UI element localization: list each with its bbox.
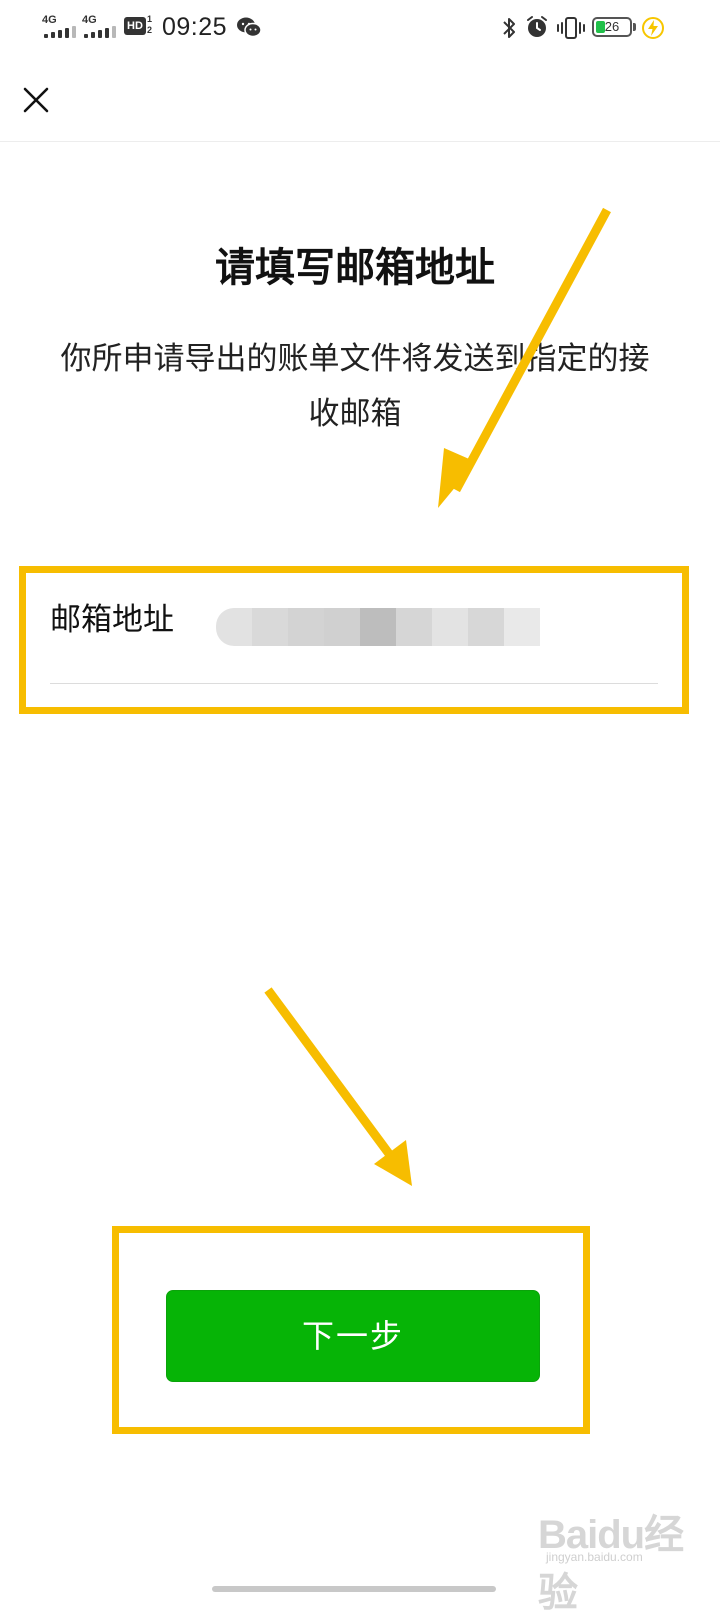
- close-icon: [23, 87, 49, 113]
- arrow-head-icon: [374, 448, 476, 1186]
- baidu-jingyan-watermark: Baidu经验 jingyan.baidu.com: [538, 1490, 708, 1615]
- alarm-icon: [527, 16, 547, 37]
- header-divider: [0, 141, 720, 142]
- signal-strength-1: 4G: [42, 14, 78, 38]
- battery-icon: 26: [592, 17, 632, 37]
- watermark-url: jingyan.baidu.com: [546, 1550, 643, 1564]
- network-type-label: 4G: [42, 14, 57, 26]
- status-bar: 4G 4G HD 12 09:25 26: [0, 0, 720, 56]
- close-button[interactable]: [12, 76, 60, 124]
- bluetooth-icon: [503, 18, 515, 38]
- hd-sim-index: 12: [147, 14, 153, 35]
- wechat-icon: [237, 17, 262, 38]
- vibrate-icon: [557, 17, 585, 39]
- battery-tip: [633, 23, 636, 31]
- signal-strength-2: 4G: [82, 14, 118, 38]
- page-title: 请填写邮箱地址: [215, 245, 495, 291]
- hd-call-badge: HD: [124, 17, 146, 35]
- button-highlight-box: [112, 1226, 590, 1434]
- page-description: 你所申请导出的账单文件将发送到指定的接收邮箱: [60, 341, 650, 432]
- home-indicator[interactable]: [212, 1586, 496, 1592]
- email-highlight-box: [19, 566, 689, 714]
- battery-level: 26: [604, 19, 620, 34]
- network-type-label: 4G: [82, 14, 97, 26]
- charging-icon: [642, 17, 664, 39]
- status-time: 09:25: [162, 13, 228, 41]
